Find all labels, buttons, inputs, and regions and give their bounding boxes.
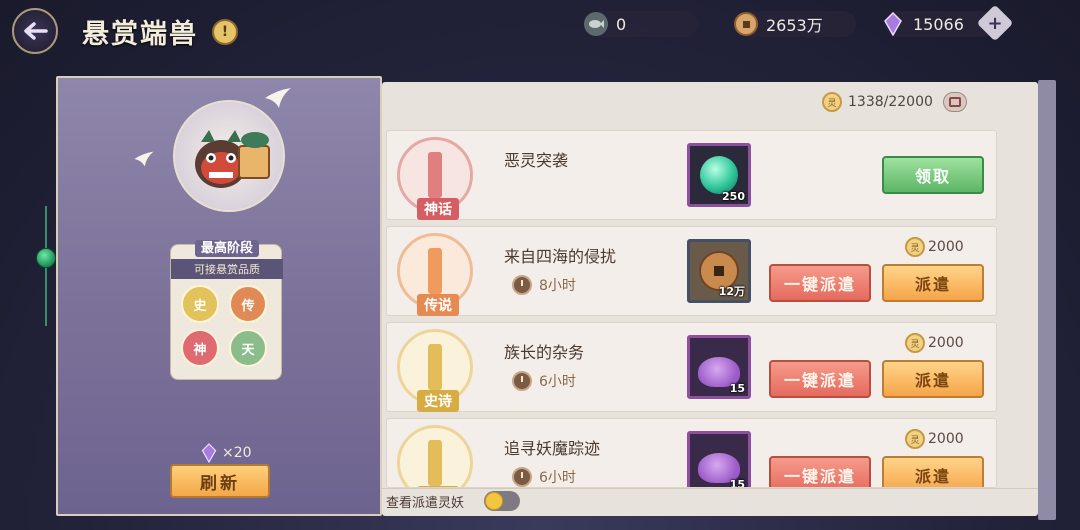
info-button[interactable]: ! (212, 19, 238, 45)
dispatch-cost: 灵 2000 (905, 237, 964, 257)
reward-count: 15 (729, 478, 745, 488)
quest-duration: 6小时 (512, 467, 576, 487)
reward-item[interactable]: 15 (687, 431, 751, 488)
dispatch-button[interactable]: 派遣 (882, 264, 984, 302)
dispatch-button[interactable]: 派遣 (882, 360, 984, 398)
stage-title: 最高阶段 (194, 240, 259, 257)
swallow-icon (134, 151, 154, 167)
sword-icon (428, 152, 442, 198)
duration-text: 6小时 (539, 374, 576, 390)
bounty-points: 灵 1338/22000 (822, 90, 967, 114)
quest-row: 传说 来自四海的侵扰 8小时 12万 灵 2000 一键派遣 派遣 (386, 226, 997, 316)
reward-count: 15 (729, 382, 745, 395)
rank-badge: 神话 (397, 137, 473, 220)
stage-subtitle: 可接悬赏品质 (171, 259, 283, 279)
refresh-button[interactable]: 刷新 (170, 464, 270, 498)
bounty-token-icon: 灵 (905, 429, 925, 449)
add-crystal-button[interactable]: + (976, 4, 1014, 42)
purple-crystal-icon (201, 443, 217, 464)
purple-crystal-icon (881, 12, 905, 36)
clock-icon (512, 275, 532, 295)
coin-icon (734, 12, 758, 36)
crystal-count: 15066 (913, 14, 964, 34)
quest-row: 神话 恶灵突袭 250 领取 (386, 130, 997, 220)
cost-value: 2000 (928, 239, 964, 255)
auto-dispatch-button[interactable]: 一键派遣 (769, 264, 871, 302)
reward-count: 12万 (718, 285, 745, 298)
grade-myth-icon: 神 (181, 329, 219, 367)
info-icon: ! (221, 24, 229, 40)
fish-count: 0 (616, 14, 627, 34)
reward-item[interactable]: 12万 (687, 239, 751, 303)
view-dispatched-toggle[interactable] (484, 491, 520, 511)
bounty-token-icon: 灵 (905, 333, 925, 353)
quest-name: 追寻妖魔踪迹 (504, 439, 601, 458)
back-button[interactable] (12, 8, 58, 54)
cost-value: 2000 (928, 335, 964, 351)
quest-name: 来自四海的侵扰 (504, 247, 617, 266)
reward-item[interactable]: 15 (687, 335, 751, 399)
dispatch-cost: 灵 2000 (905, 429, 964, 449)
monster-portrait (173, 100, 285, 212)
sword-icon (428, 344, 442, 390)
grade-heaven-icon: 天 (229, 329, 267, 367)
back-arrow-icon (24, 22, 48, 40)
refresh-cost: ×20 (200, 442, 252, 464)
quest-duration: 8小时 (512, 275, 576, 295)
footer-bar: 查看派遣灵妖 (382, 488, 1038, 512)
green-orb-icon (700, 156, 738, 194)
left-panel: 最高阶段 可接悬赏品质 史 传 神 天 ×20 刷新 (56, 76, 382, 516)
quest-name: 族长的杂务 (504, 343, 585, 362)
scrollbar[interactable] (1038, 80, 1056, 520)
currency-coin: 2653万 (734, 11, 856, 37)
rank-label: 传说 (417, 294, 459, 316)
jade-pendant-icon (36, 248, 56, 268)
duration-text: 6小时 (539, 470, 576, 486)
bounty-token-icon: 灵 (822, 92, 842, 112)
bounty-token-icon: 灵 (905, 237, 925, 257)
cost-value: 2000 (928, 431, 964, 447)
claim-button[interactable]: 领取 (882, 156, 984, 194)
quest-row: 史诗 族长的杂务 6小时 15 灵 2000 一键派遣 派遣 (386, 322, 997, 412)
rank-label: 史诗 (417, 390, 459, 412)
currency-fish: 0 (584, 11, 698, 37)
refresh-cost-value: ×20 (222, 445, 252, 461)
highest-stage-card: 最高阶段 可接悬赏品质 史 传 神 天 (170, 240, 283, 380)
monster-icon (195, 130, 270, 188)
rank-badge: 传说 (397, 233, 473, 316)
quest-row: 史诗 追寻妖魔踪迹 6小时 15 灵 2000 一键派遣 派遣 (386, 418, 997, 488)
page-title: 悬赏端兽 (82, 19, 198, 50)
dispatch-cost: 灵 2000 (905, 333, 964, 353)
auto-dispatch-button[interactable]: 一键派遣 (769, 360, 871, 398)
toggle-knob (485, 492, 503, 510)
fish-icon (584, 12, 608, 36)
quest-duration: 6小时 (512, 371, 576, 391)
view-dispatched-label: 查看派遣灵妖 (386, 496, 465, 511)
dispatch-button[interactable]: 派遣 (882, 456, 984, 487)
rank-badge: 史诗 (397, 329, 473, 412)
rank-badge: 史诗 (397, 425, 473, 487)
reward-count: 250 (722, 190, 745, 203)
grade-epic-icon: 史 (181, 285, 219, 323)
reward-item[interactable]: 250 (687, 143, 751, 207)
sword-icon (428, 248, 442, 294)
duration-text: 8小时 (539, 278, 576, 294)
grade-legend-icon: 传 (229, 285, 267, 323)
sword-icon (428, 440, 442, 486)
points-info-icon[interactable] (942, 92, 967, 112)
clock-icon (512, 371, 532, 391)
bounty-points-value: 1338/22000 (848, 94, 933, 110)
coin-count: 2653万 (766, 16, 823, 35)
clock-icon (512, 467, 532, 487)
auto-dispatch-button[interactable]: 一键派遣 (769, 456, 871, 487)
quest-name: 恶灵突袭 (504, 151, 569, 170)
quest-panel: 灵 1338/22000 神话 恶灵突袭 250 领取 传说 来自四海的侵扰 8… (382, 82, 1038, 516)
plus-icon: + (987, 12, 1003, 34)
top-bar: 悬赏端兽 ! 0 2653万 15066 + (0, 0, 1080, 60)
rank-label: 神话 (417, 198, 459, 220)
